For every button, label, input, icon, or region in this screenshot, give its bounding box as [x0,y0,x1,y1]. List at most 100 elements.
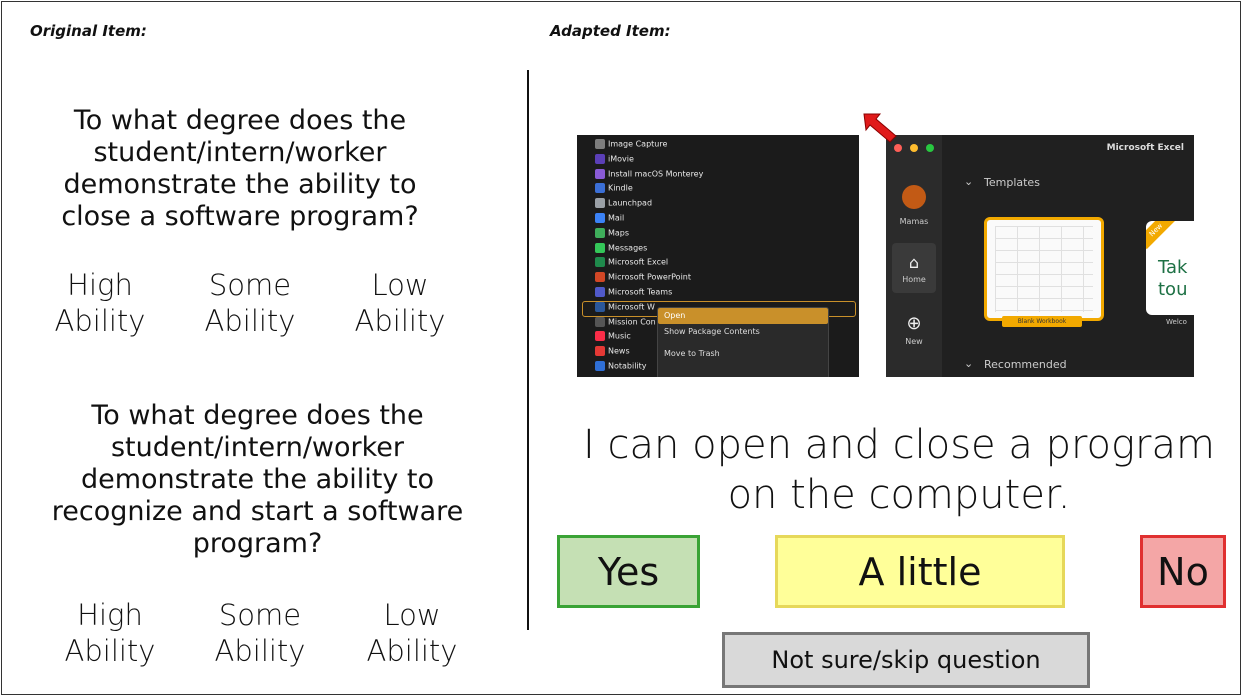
question-2: To what degree does the student/intern/w… [0,400,515,560]
user-avatar [902,185,926,209]
app-list-item: Microsoft PowerPoint [595,272,691,285]
app-list-item: News [595,346,630,359]
app-name: Mail [608,213,625,223]
take-tour-line: tou [1158,279,1188,300]
statement-line-2: on the computer. [727,472,1071,518]
app-name: Mission Con [608,317,656,327]
q2-option-some: Some Ability [200,597,320,669]
option-label: Ability [64,634,156,668]
app-name: Maps [608,228,630,238]
app-name: Messages [608,243,648,253]
user-label: Mamas [899,217,929,226]
app-list-item: Mission Con [595,316,656,330]
a-little-button[interactable]: A little [775,535,1065,608]
menu-item-move-trash: Move to Trash [664,349,720,358]
q2-option-low: Low Ability [352,597,472,669]
recommended-label: Recommended [984,358,1067,371]
app-name: Microsoft Teams [608,287,673,297]
app-list-item: Notability [595,361,647,374]
red-arrow-icon [863,113,897,143]
context-menu: Open Show Package Contents Move to Trash [657,307,829,377]
app-icon [595,227,605,238]
app-icon [595,257,605,268]
option-label: Ability [354,304,446,338]
app-list-item: Kindle [595,183,633,196]
option-label: Ability [204,304,296,338]
option-label: Ability [54,304,146,338]
column-divider [527,70,529,630]
question-1-line-2: student/intern/worker [93,137,387,168]
option-label: Some [218,598,302,632]
app-list-item: Microsoft Excel [595,257,668,270]
excel-sidebar: Mamas ⌂ Home ⊕ New [886,135,942,377]
question-2-line-1: To what degree does the [91,400,424,431]
app-name: Kindle [608,183,633,193]
excel-title: Microsoft Excel [1106,143,1184,153]
app-name: Microsoft Excel [608,257,669,267]
app-name: News [608,346,630,356]
home-icon: ⌂ [908,253,920,272]
app-icon [595,287,605,297]
app-name: Install macOS Monterey [608,169,704,179]
home-label: Home [902,275,926,284]
app-name: Notability [608,361,647,371]
question-2-line-5: program? [192,528,323,559]
menu-item-show-package: Show Package Contents [664,327,760,336]
adapted-item-header: Adapted Item: [550,22,671,40]
skip-question-button[interactable]: Not sure/skip question [722,632,1090,688]
spreadsheet-grid [995,226,1093,312]
new-badge: New [1146,221,1176,250]
app-icon [595,272,605,283]
app-icon [595,153,605,164]
q1-option-high: High Ability [40,267,160,339]
statement-line-1: I can open and close a program [583,422,1215,468]
app-list-item: Messages [595,242,648,256]
app-icon [595,331,605,342]
q1-option-some: Some Ability [190,267,310,339]
templates-chevron-icon: ⌄ [964,175,974,188]
minimize-window-icon [910,144,918,152]
app-name: Image Capture [608,139,668,149]
question-1-line-1: To what degree does the [73,105,407,136]
yes-button[interactable]: Yes [557,535,700,608]
option-label: Ability [366,634,458,668]
q2-option-high: High Ability [50,597,170,669]
app-list-screenshot: Image Capture iMovie Install macOS Montere… [577,135,859,377]
app-icon [595,242,605,253]
blank-workbook-label: Blank Workbook [1002,316,1082,327]
app-icon [595,346,605,357]
menu-item-open: Open [658,308,828,324]
app-icon [595,316,605,327]
app-name: iMovie [608,154,634,164]
blank-workbook-thumbnail [984,217,1104,321]
question-2-line-2: student/intern/worker [110,432,405,463]
app-icon [595,183,605,194]
original-item-header: Original Item: [30,22,147,40]
option-label: Some [208,268,292,302]
app-list-item: Microsoft Teams [595,287,672,300]
question-2-line-4: recognize and start a software [51,496,464,527]
app-name: Launchpad [608,198,653,208]
templates-label: Templates [984,176,1040,189]
question-1-line-4: close a software program? [61,201,419,232]
app-list-item: Image Capture [595,139,667,152]
option-label: High [77,598,143,632]
app-list-item: Launchpad [595,198,652,211]
app-icon [595,198,605,209]
welcome-label: Welco [1166,318,1187,326]
question-2-line-3: demonstrate the ability to [80,464,435,495]
app-icon [595,361,605,371]
no-button[interactable]: No [1140,535,1226,608]
excel-screenshot: Mamas ⌂ Home ⊕ New Microsoft Excel ⌄ Tem… [886,135,1194,377]
option-label: Ability [214,634,306,668]
option-label: Low [371,268,429,302]
app-list-item: Maps [595,227,630,241]
app-name: Music [608,331,631,341]
app-icon [595,139,605,149]
new-icon: ⊕ [906,313,922,334]
app-name: Microsoft PowerPoint [608,272,691,282]
app-list-item: Music [595,331,631,344]
new-label: New [905,337,923,346]
adapted-statement: I can open and close a program on the co… [555,420,1243,520]
maximize-window-icon [926,144,934,152]
